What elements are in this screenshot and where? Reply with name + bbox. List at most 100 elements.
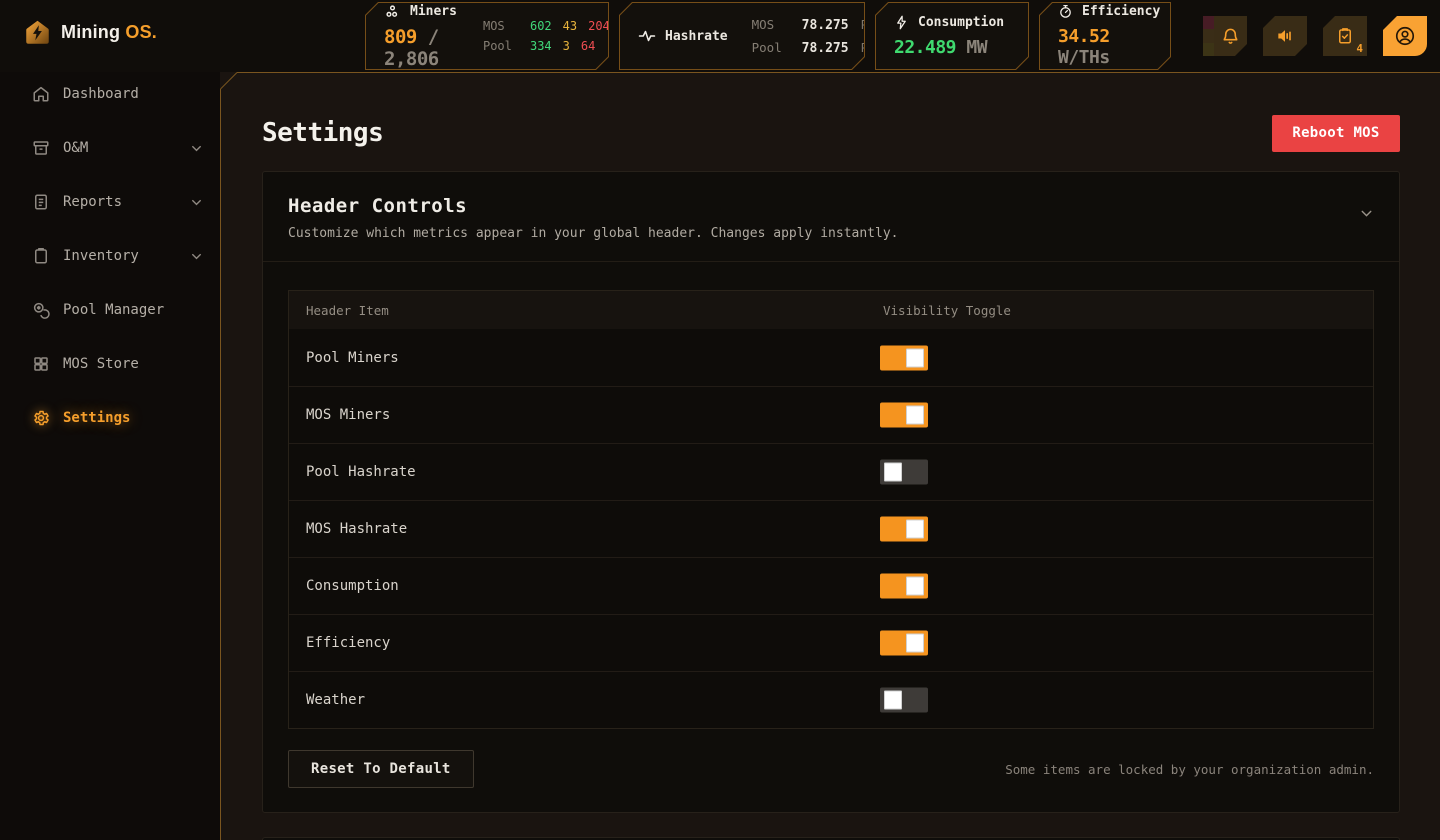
top-bar: Mining OS. Miners 809 / 2,806 xyxy=(0,0,1440,72)
hashrate-mos-value: 78.275 xyxy=(802,18,849,33)
header-item-label: MOS Miners xyxy=(289,407,390,423)
header-item-label: Efficiency xyxy=(289,635,390,651)
sidebar-label: O&M xyxy=(63,140,88,156)
grid-icon xyxy=(32,355,50,373)
consumption-value: 22.489 xyxy=(894,37,956,58)
miners-pool-ok: 334 xyxy=(530,39,552,53)
toggle-knob xyxy=(884,691,902,710)
user-icon xyxy=(1394,25,1416,47)
sidebar-item-dashboard[interactable]: Dashboard xyxy=(0,80,220,108)
chevron-down-icon xyxy=(189,249,204,264)
table-row: Efficiency xyxy=(289,614,1373,671)
announcements-button[interactable] xyxy=(1263,16,1307,56)
sidebar: Dashboard O&M Reports Inventory xyxy=(0,72,220,840)
header-item-label: Pool Hashrate xyxy=(289,464,416,480)
sidebar-item-reports[interactable]: Reports xyxy=(0,188,220,216)
gear-icon xyxy=(32,409,50,427)
toggle-knob xyxy=(906,348,924,367)
visibility-toggle[interactable] xyxy=(880,403,928,428)
sidebar-item-oandm[interactable]: O&M xyxy=(0,134,220,162)
header-item-label: MOS Hashrate xyxy=(289,521,407,537)
miners-mos-ok: 602 xyxy=(530,19,552,33)
notification-badges: 12 23 4 xyxy=(1187,16,1214,56)
sidebar-item-pool-manager[interactable]: Pool Manager xyxy=(0,296,220,324)
miners-icon xyxy=(384,3,401,20)
table-row: Weather xyxy=(289,671,1373,728)
efficiency-unit: W/THs xyxy=(1058,47,1110,68)
speaker-icon xyxy=(1275,26,1295,46)
archive-box-icon xyxy=(32,139,50,157)
sidebar-label: Inventory xyxy=(63,248,139,264)
bell-icon xyxy=(1221,27,1240,46)
consumption-label: Consumption xyxy=(918,15,1004,30)
consumption-icon xyxy=(894,15,909,30)
header-actions: 12 23 4 xyxy=(1187,16,1427,56)
consumption-unit: MW xyxy=(966,37,987,58)
app-root: Mining OS. Miners 809 / 2,806 xyxy=(0,0,1440,840)
clipboard-check-icon xyxy=(1336,27,1354,45)
miners-breakdown: MOS 602 43 204 Pool 334 3 64 xyxy=(483,19,610,53)
locked-items-note: Some items are locked by your organizati… xyxy=(1005,762,1374,777)
brand-logo[interactable]: Mining OS. xyxy=(24,19,157,46)
header-item-label: Pool Miners xyxy=(289,350,399,366)
visibility-toggle[interactable] xyxy=(880,460,928,485)
chevron-down-icon xyxy=(189,141,204,156)
sidebar-item-mos-store[interactable]: MOS Store xyxy=(0,350,220,378)
hashrate-panel: Hashrate MOS 78.275 PH/s Pool 78.275 PH/… xyxy=(619,2,865,70)
efficiency-panel: Efficiency 34.52 W/THs xyxy=(1039,2,1171,70)
table-row: MOS Hashrate xyxy=(289,500,1373,557)
hashrate-icon xyxy=(638,27,656,45)
toggle-knob xyxy=(906,406,924,425)
toggle-knob xyxy=(906,577,924,596)
alert-badge-info: 4 xyxy=(1187,43,1214,56)
column-visibility-toggle: Visibility Toggle xyxy=(883,303,1011,318)
hashrate-pool-value: 78.275 xyxy=(802,41,849,56)
toggle-knob xyxy=(906,634,924,653)
table-row: Consumption xyxy=(289,557,1373,614)
hashrate-label: Hashrate xyxy=(665,29,728,44)
header-item-label: Consumption xyxy=(289,578,399,594)
miners-label: Miners xyxy=(410,4,457,19)
miners-online: 809 xyxy=(384,26,417,48)
card-title: Header Controls xyxy=(288,195,1373,217)
notifications-button[interactable]: 12 23 4 xyxy=(1203,16,1247,56)
reboot-mos-button[interactable]: Reboot MOS xyxy=(1272,115,1400,152)
reset-to-default-button[interactable]: Reset To Default xyxy=(288,750,474,788)
sidebar-label: Settings xyxy=(63,410,130,426)
visibility-toggle[interactable] xyxy=(880,688,928,713)
brand-name: Mining xyxy=(61,22,120,42)
alert-badge-critical: 12 xyxy=(1187,16,1214,29)
miners-panel: Miners 809 / 2,806 MOS 602 43 204 xyxy=(365,2,609,70)
sidebar-label: MOS Store xyxy=(63,356,139,372)
chevron-down-icon xyxy=(189,195,204,210)
sidebar-item-settings[interactable]: Settings xyxy=(0,404,220,432)
miners-pool-label: Pool xyxy=(483,39,519,53)
brand-bolt-icon xyxy=(24,19,51,46)
hashrate-pool-label: Pool xyxy=(752,40,790,55)
miners-pool-warn: 3 xyxy=(563,39,570,53)
visibility-table: Header Item Visibility Toggle Pool Miner… xyxy=(288,290,1374,729)
visibility-toggle[interactable] xyxy=(880,574,928,599)
miners-pool-err: 64 xyxy=(581,39,595,53)
table-row: MOS Miners xyxy=(289,386,1373,443)
column-header-item: Header Item xyxy=(289,303,389,318)
miners-mos-warn: 43 xyxy=(563,19,577,33)
document-icon xyxy=(32,193,50,211)
sidebar-label: Reports xyxy=(63,194,122,210)
visibility-toggle[interactable] xyxy=(880,345,928,370)
hashrate-mos-label: MOS xyxy=(752,17,790,32)
brand-suffix: OS. xyxy=(125,22,157,42)
visibility-toggle[interactable] xyxy=(880,517,928,542)
miners-mos-label: MOS xyxy=(483,19,519,33)
toggle-knob xyxy=(906,520,924,539)
collapse-chevron-icon[interactable] xyxy=(1358,205,1375,222)
card-subtitle: Customize which metrics appear in your g… xyxy=(288,226,1373,241)
efficiency-value: 34.52 xyxy=(1058,26,1110,47)
tasks-button[interactable]: 4 xyxy=(1323,16,1367,56)
table-row: Pool Hashrate xyxy=(289,443,1373,500)
account-button[interactable] xyxy=(1383,16,1427,56)
visibility-toggle[interactable] xyxy=(880,631,928,656)
sidebar-item-inventory[interactable]: Inventory xyxy=(0,242,220,270)
home-icon xyxy=(32,85,50,103)
header-controls-card: Header Controls Customize which metrics … xyxy=(262,171,1400,813)
